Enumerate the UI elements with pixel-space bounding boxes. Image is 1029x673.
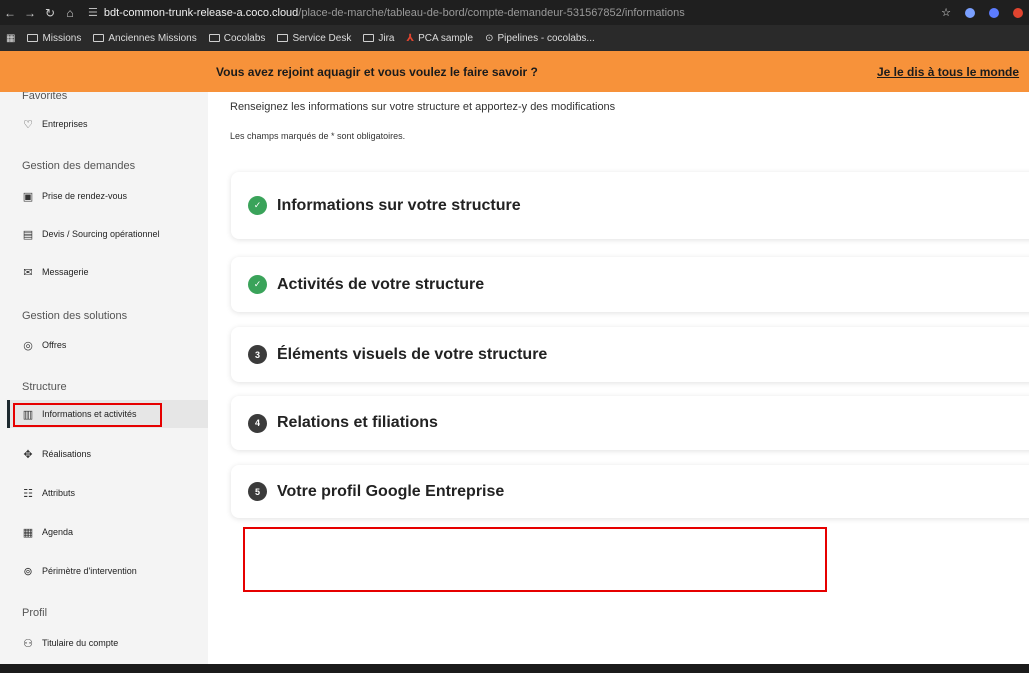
document-icon: ▤ — [22, 228, 34, 241]
calendar-icon: ▣ — [22, 190, 34, 203]
banner-text: Vous avez rejoint aquagir et vous voulez… — [216, 65, 538, 79]
user-icon: ⚇ — [23, 637, 33, 650]
folder-icon — [363, 34, 375, 42]
folder-icon — [208, 34, 220, 42]
section-title-solutions: Gestion des solutions — [22, 310, 128, 322]
sidebar-item-devis[interactable]: ▤ Devis / Sourcing opérationnel — [22, 228, 160, 241]
section-title-structure: Structure — [22, 381, 67, 393]
bookmarks-bar: ▦ Missions Anciennes Missions Cocolabs S… — [0, 25, 1029, 51]
reload-icon[interactable]: ↻ — [40, 6, 60, 20]
site-settings-icon[interactable]: ☰ — [88, 6, 98, 19]
bookmark-star-icon[interactable]: ☆ — [941, 6, 951, 19]
folder-icon — [277, 34, 289, 42]
section-title: Votre profil Google Entreprise — [277, 482, 505, 500]
sidebar-item-attributs[interactable]: ☷ Attributs — [22, 487, 75, 500]
apps-icon[interactable]: ▦ — [6, 33, 15, 44]
sidebar-item-agenda[interactable]: ▦ Agenda — [22, 526, 73, 539]
bookmark-pipelines[interactable]: ⊙ Pipelines - cocolabs... — [485, 33, 595, 44]
banner-link[interactable]: Je le dis à tous le monde — [877, 65, 1019, 79]
url-path: /place-de-marche/tableau-de-bord/compte-… — [298, 6, 685, 19]
sidebar-item-realisations[interactable]: ✥ Réalisations — [22, 448, 91, 461]
section-title: Informations sur votre structure — [277, 196, 521, 214]
sidebar-item-perimetre[interactable]: ⊚ Périmètre d'intervention — [22, 565, 136, 578]
step-number-badge: 5 — [248, 482, 267, 501]
home-icon[interactable]: ⌂ — [60, 6, 80, 20]
sidebar-item-entreprises[interactable]: ♡ Entreprises — [22, 118, 87, 131]
sidebar: Favorites ♡ Entreprises Gestion des dema… — [0, 92, 208, 664]
back-icon[interactable]: ← — [0, 6, 20, 20]
sidebar-item-offres[interactable]: ◎ Offres — [22, 339, 66, 352]
intro-text: Renseignez les informations sur votre st… — [230, 101, 616, 113]
required-note: Les champs marqués de * sont obligatoire… — [230, 131, 406, 141]
offer-icon: ◎ — [23, 339, 33, 352]
taskbar — [0, 664, 1029, 673]
heart-icon: ♡ — [23, 118, 33, 131]
address-bar[interactable]: ☰ bdt-common-trunk-release-a.coco.cloud/… — [88, 6, 941, 20]
bookmark-missions[interactable]: Missions — [27, 33, 81, 44]
folder-icon — [93, 34, 105, 42]
mail-icon: ✉ — [23, 266, 33, 279]
section-card-informations[interactable]: ✓ Informations sur votre structure — [231, 172, 1029, 239]
browser-toolbar: ← → ↻ ⌂ ☰ bdt-common-trunk-release-a.coc… — [0, 0, 1029, 25]
folder-icon — [27, 34, 39, 42]
pdf-icon: ⅄ — [406, 32, 415, 44]
highlight-box-empty-area — [243, 527, 827, 592]
bookmark-cocolabs[interactable]: Cocolabs — [208, 33, 265, 44]
pipeline-icon: ⊙ — [485, 32, 494, 44]
section-card-activites[interactable]: ✓ Activités de votre structure — [231, 257, 1029, 312]
location-pin-icon: ⊚ — [23, 565, 33, 578]
section-title-favorites: Favorites — [22, 92, 68, 102]
bookmark-anciennes-missions[interactable]: Anciennes Missions — [93, 33, 197, 44]
section-title-profil: Profil — [22, 607, 48, 619]
bookmark-service-desk[interactable]: Service Desk — [277, 33, 351, 44]
sidebar-item-prise-rdv[interactable]: ▣ Prise de rendez-vous — [22, 190, 127, 203]
extension-icon-2[interactable] — [989, 7, 999, 18]
bookmark-jira[interactable]: Jira — [363, 33, 394, 44]
announcement-banner: Vous avez rejoint aquagir et vous voulez… — [0, 51, 1029, 92]
section-card-elements-visuels[interactable]: 3 Éléments visuels de votre structure — [231, 327, 1029, 382]
profile-icon[interactable] — [1013, 7, 1023, 18]
hands-icon: ✥ — [23, 448, 33, 461]
extension-icon[interactable] — [965, 7, 975, 18]
section-title: Relations et filiations — [277, 414, 438, 431]
check-icon: ✓ — [248, 196, 267, 215]
highlight-box-sidebar — [13, 403, 162, 427]
agenda-icon: ▦ — [22, 526, 34, 539]
sidebar-item-messagerie[interactable]: ✉ Messagerie — [22, 266, 88, 279]
section-title-demandes: Gestion des demandes — [22, 160, 136, 172]
step-number-badge: 4 — [248, 413, 267, 433]
section-card-google[interactable]: 5 Votre profil Google Entreprise — [231, 465, 1029, 518]
section-title: Éléments visuels de votre structure — [277, 345, 548, 363]
step-number-badge: 3 — [248, 345, 267, 364]
check-icon: ✓ — [248, 275, 267, 294]
list-icon: ☷ — [23, 487, 33, 500]
section-title: Activités de votre structure — [277, 275, 485, 293]
url-host: bdt-common-trunk-release-a.coco.cloud — [103, 6, 299, 19]
bookmark-pca-sample[interactable]: ⅄ PCA sample — [406, 33, 473, 44]
section-card-relations[interactable]: 4 Relations et filiations — [231, 396, 1029, 450]
forward-icon[interactable]: → — [20, 6, 40, 20]
sidebar-item-titulaire[interactable]: ⚇ Titulaire du compte — [22, 637, 118, 650]
